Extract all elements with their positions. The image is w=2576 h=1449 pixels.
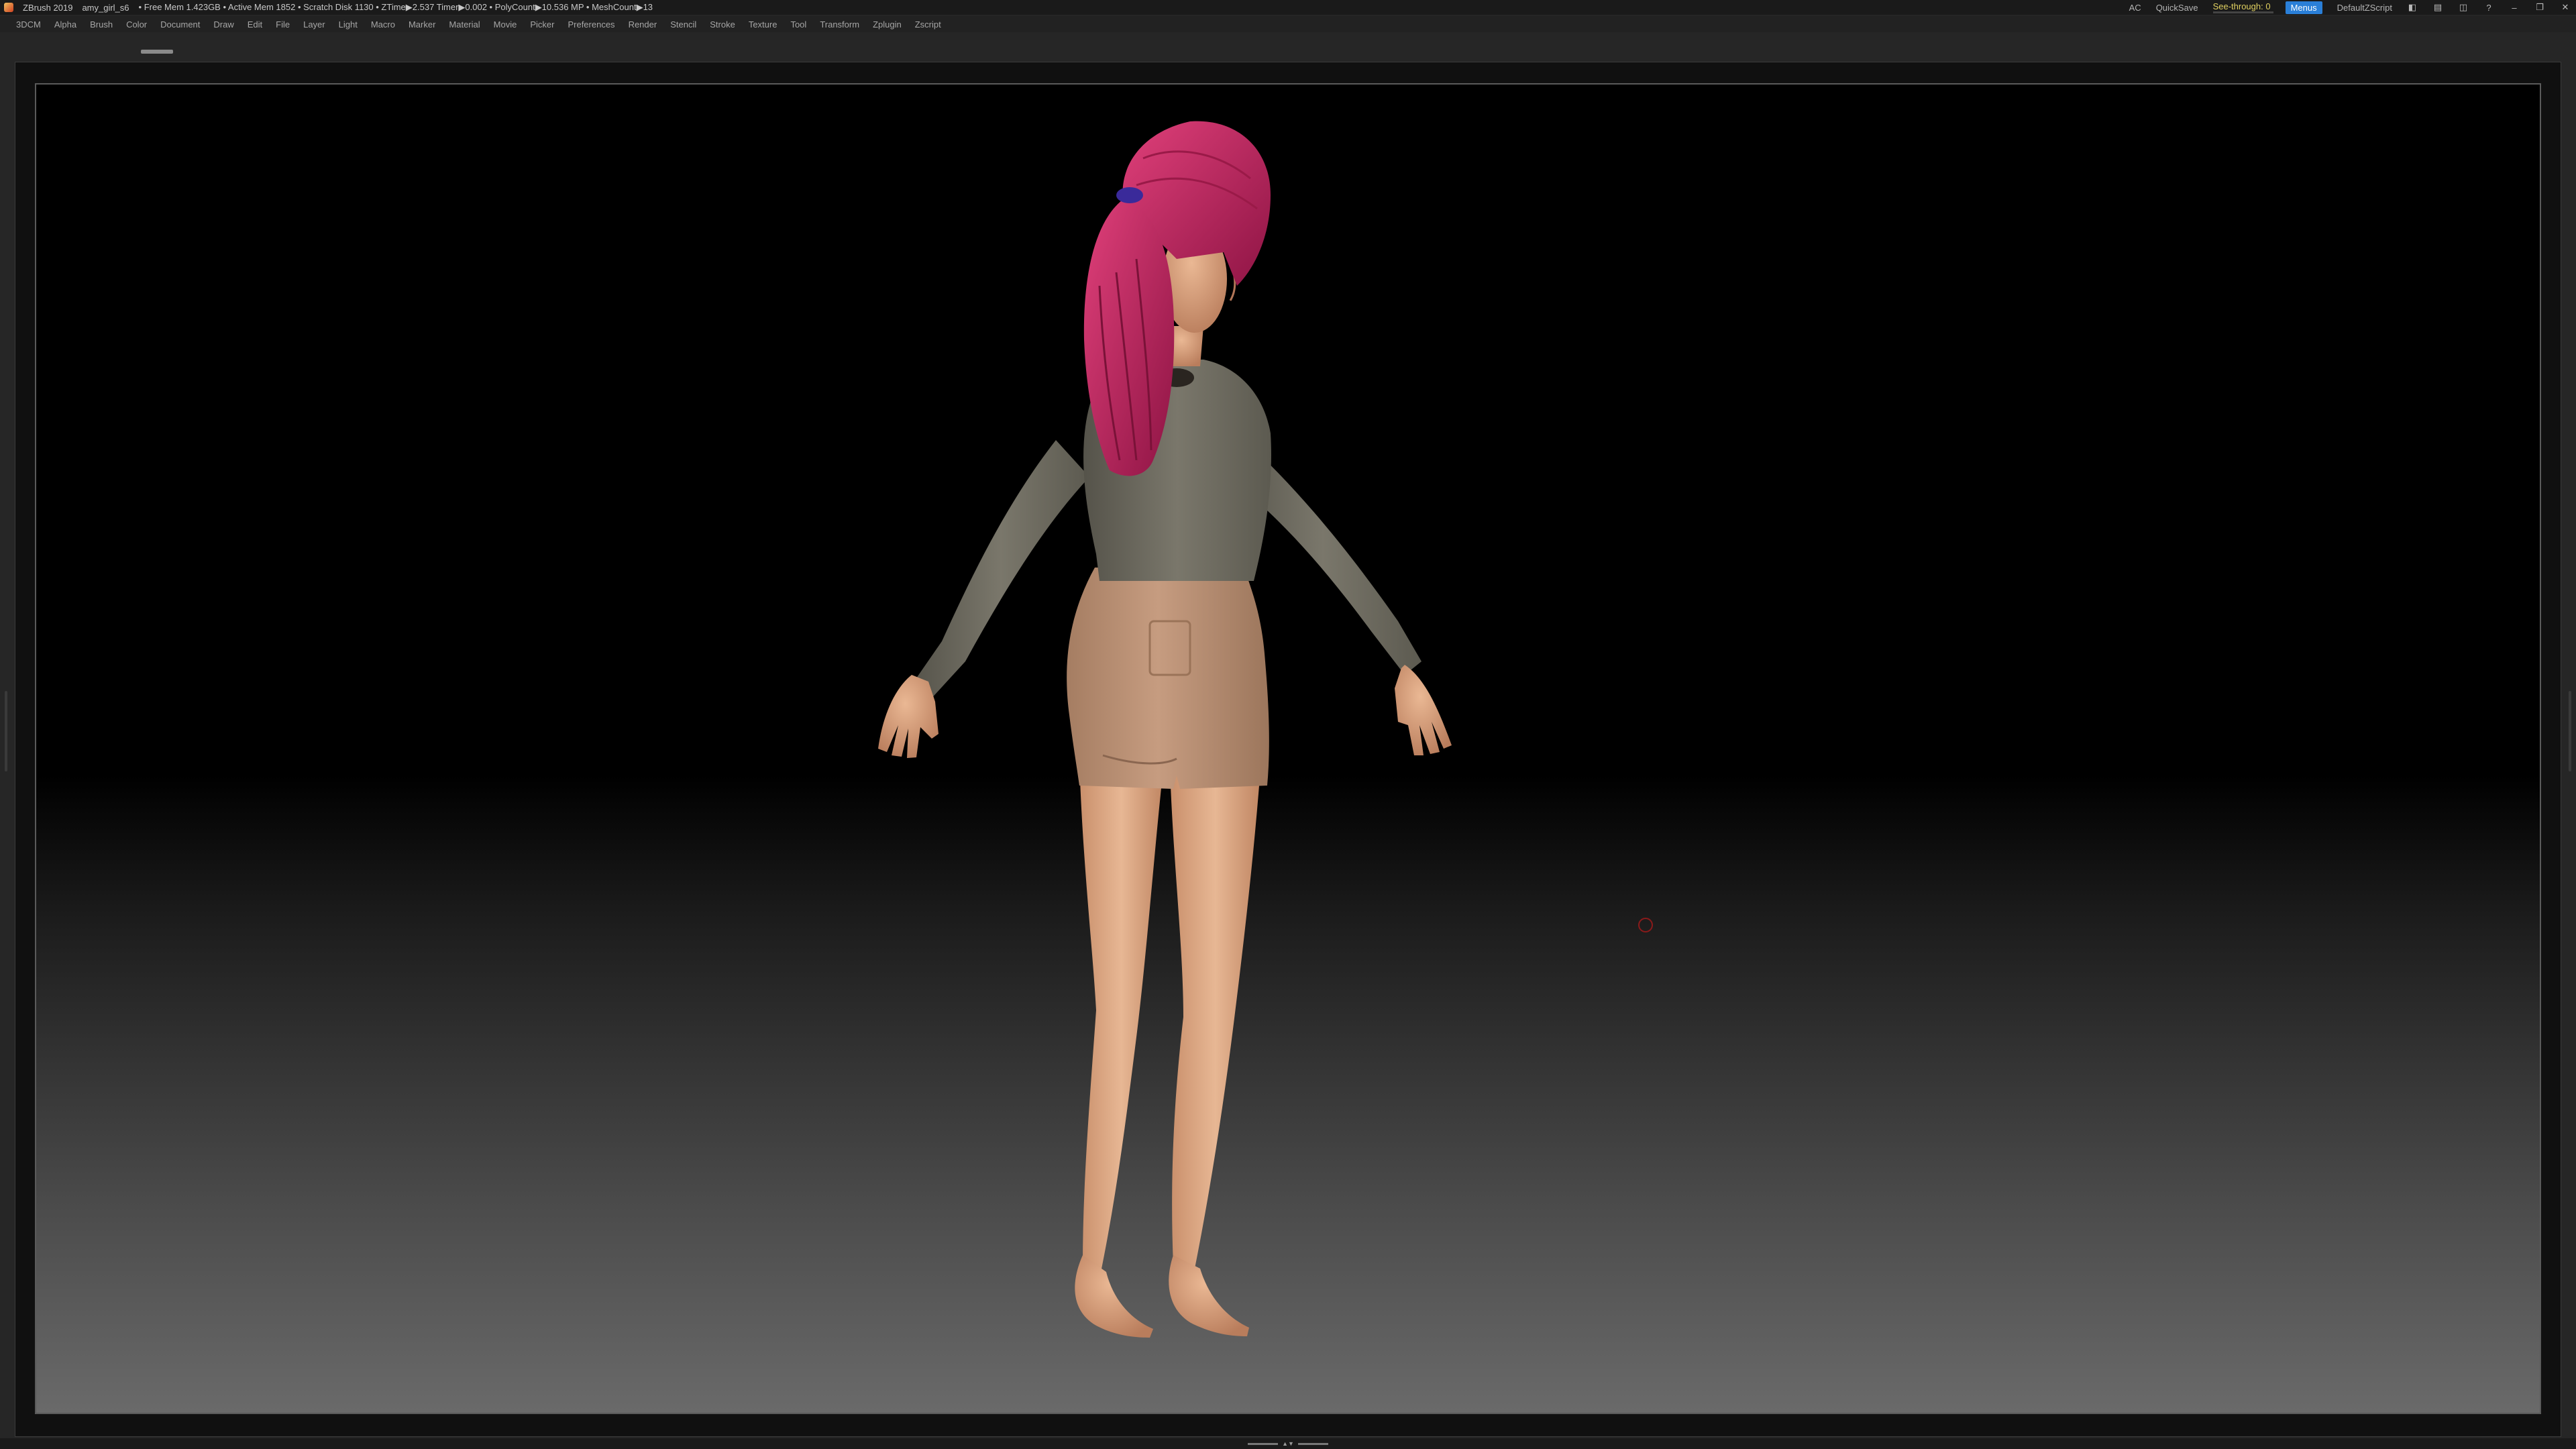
menu-stencil[interactable]: Stencil <box>663 19 703 30</box>
right-tray-grip <box>2569 691 2571 771</box>
menu-zscript[interactable]: Zscript <box>908 19 948 30</box>
default-zscript-button[interactable]: DefaultZScript <box>2337 3 2392 13</box>
memory-stats: • Free Mem 1.423GB • Active Mem 1852 • S… <box>138 2 653 12</box>
zbrush-logo-icon <box>4 3 13 12</box>
see-through-label: See-through <box>2212 1 2261 11</box>
document-name: amy_girl_s6 <box>82 2 129 13</box>
see-through-slider[interactable]: See-through: 0 <box>2212 1 2273 13</box>
menu-3dcm[interactable]: 3DCM <box>9 19 48 30</box>
top-shelf <box>0 34 2576 60</box>
restore-icon[interactable]: ❐ <box>2534 2 2545 12</box>
menu-draw[interactable]: Draw <box>207 19 240 30</box>
left-tray-grip <box>5 691 7 771</box>
bottom-tray-handle[interactable]: ▲▼ <box>1248 1440 1328 1447</box>
menu-alpha[interactable]: Alpha <box>48 19 83 30</box>
brush-cursor-icon <box>1638 918 1653 932</box>
see-through-meter <box>2212 11 2273 13</box>
menu-color[interactable]: Color <box>119 19 154 30</box>
menu-marker[interactable]: Marker <box>402 19 442 30</box>
ac-button[interactable]: AC <box>2129 3 2141 13</box>
menu-texture[interactable]: Texture <box>742 19 784 30</box>
handle-bar-left <box>1248 1442 1279 1445</box>
shorts <box>1067 568 1269 789</box>
menu-zplugin[interactable]: Zplugin <box>866 19 908 30</box>
handle-bar-right <box>1297 1442 1328 1445</box>
menu-preferences[interactable]: Preferences <box>561 19 621 30</box>
menu-file[interactable]: File <box>269 19 297 30</box>
menu-transform[interactable]: Transform <box>813 19 866 30</box>
see-through-value: 0 <box>2265 1 2271 11</box>
swatch-icon[interactable]: ◧ <box>2407 2 2418 12</box>
menus-toggle-button[interactable]: Menus <box>2285 1 2322 14</box>
title-bar: ZBrush 2019 amy_girl_s6 • Free Mem 1.423… <box>0 0 2576 15</box>
menu-document[interactable]: Document <box>154 19 207 30</box>
close-icon[interactable]: ✕ <box>2560 2 2571 12</box>
minimize-icon[interactable]: – <box>2509 3 2520 13</box>
menu-brush[interactable]: Brush <box>83 19 119 30</box>
viewport-canvas[interactable] <box>35 83 2541 1414</box>
menu-tool[interactable]: Tool <box>784 19 813 30</box>
menu-stroke[interactable]: Stroke <box>703 19 742 30</box>
menu-material[interactable]: Material <box>442 19 486 30</box>
menu-movie[interactable]: Movie <box>487 19 524 30</box>
menu-layer[interactable]: Layer <box>297 19 332 30</box>
help-icon[interactable]: ? <box>2483 3 2494 13</box>
palette-icon[interactable]: ◫ <box>2458 2 2469 12</box>
left-arm <box>878 440 1089 758</box>
menu-edit[interactable]: Edit <box>241 19 269 30</box>
main-menu-bar: 3DCM Alpha Brush Color Document Draw Edit File L… <box>0 16 2576 32</box>
right-tray-handle[interactable] <box>2567 691 2573 771</box>
menu-macro[interactable]: Macro <box>364 19 402 30</box>
expand-arrows-icon: ▲▼ <box>1282 1440 1294 1447</box>
menu-picker[interactable]: Picker <box>523 19 561 30</box>
app-name: ZBrush 2019 <box>23 2 73 13</box>
character-model[interactable] <box>36 85 2541 1414</box>
quicksave-button[interactable]: QuickSave <box>2156 3 2198 13</box>
layout-icon[interactable]: ▤ <box>2432 2 2443 12</box>
bottom-tray-bar: ▲▼ <box>0 1438 2576 1449</box>
shelf-tab-indicator[interactable] <box>141 50 173 54</box>
menu-render[interactable]: Render <box>622 19 664 30</box>
menu-light[interactable]: Light <box>332 19 364 30</box>
legs <box>1075 762 1260 1338</box>
zbrush-window: ZBrush 2019 amy_girl_s6 • Free Mem 1.423… <box>0 0 2576 1449</box>
left-tray-handle[interactable] <box>3 691 9 771</box>
